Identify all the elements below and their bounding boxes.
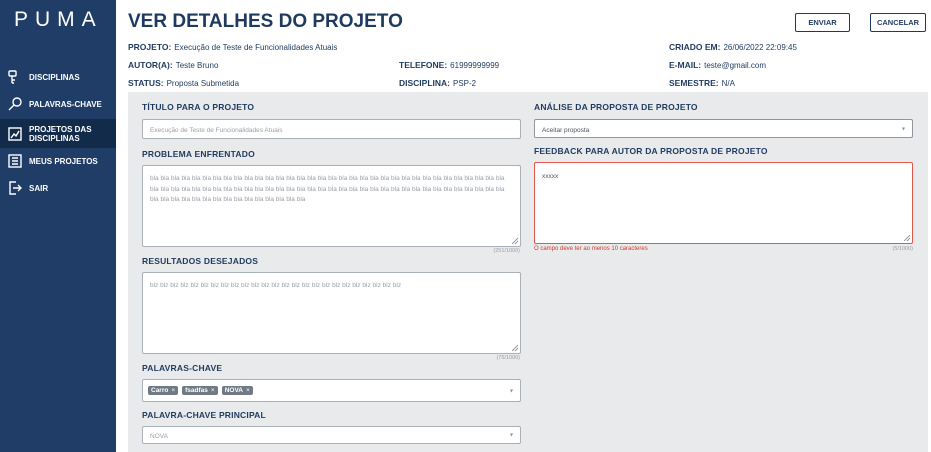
author-info: AUTOR(A): Teste Bruno [128, 60, 218, 70]
sidebar-item-label: PROJETOS DAS DISCIPLINAS [29, 124, 92, 143]
problem-label: PROBLEMA ENFRENTADO [142, 149, 255, 159]
results-counter: (75/1000) [496, 355, 520, 361]
sidebar-item-disciplinas[interactable]: DISCIPLINAS [0, 66, 116, 88]
main-keyword-label: PALAVRA-CHAVE PRINCIPAL [142, 410, 266, 420]
search-icon [6, 95, 24, 113]
discipline-value: PSP-2 [453, 79, 477, 88]
sidebar-item-label: SAIR [29, 183, 49, 193]
project-value: Execução de Teste de Funcionalidades Atu… [174, 43, 338, 52]
results-textarea[interactable]: blz blz blz blz blz blz blz blz blz blz … [142, 272, 521, 354]
feedback-label: FEEDBACK PARA AUTOR DA PROPOSTA DE PROJE… [534, 146, 768, 156]
form-panel: TÍTULO PARA O PROJETO Execução de Teste … [128, 92, 928, 452]
main-keyword-value: NOVA [150, 433, 168, 440]
resize-handle[interactable] [904, 235, 910, 241]
email-label: E-MAIL: [669, 60, 702, 70]
title-input-value: Execução de Teste de Funcionalidades Atu… [150, 127, 283, 134]
email-info: E-MAIL: teste@gmail.com [669, 60, 766, 70]
keyword-chip: Carro × [148, 386, 179, 395]
feedback-error-message: O campo deve ter ao menos 10 caracteres [534, 246, 648, 252]
phone-info: TELEFONE: 61999999999 [399, 60, 499, 70]
created-label: CRIADO EM: [669, 42, 721, 52]
remove-chip-icon[interactable]: × [211, 387, 215, 394]
sidebar: PUMA DISCIPLINAS PALAVRAS-CHAVE PROJETOS… [0, 0, 116, 452]
sidebar-item-label: PALAVRAS-CHAVE [29, 99, 102, 109]
keywords-label: PALAVRAS-CHAVE [142, 363, 223, 373]
sidebar-item-projetos-disciplinas[interactable]: PROJETOS DAS DISCIPLINAS [0, 119, 116, 148]
author-label: AUTOR(A): [128, 60, 173, 70]
projects-icon [6, 125, 24, 143]
problem-counter: (251/1000) [493, 248, 520, 254]
analysis-label: ANÁLISE DA PROPOSTA DE PROJETO [534, 102, 698, 112]
status-value: Proposta Submetida [166, 79, 240, 88]
discipline-info: DISCIPLINA: PSP-2 [399, 78, 476, 88]
chevron-down-icon[interactable]: ▾ [510, 387, 513, 394]
feedback-text: xxxxx [542, 173, 559, 180]
chevron-down-icon[interactable]: ▾ [902, 125, 905, 132]
sidebar-item-label: DISCIPLINAS [29, 72, 80, 82]
remove-chip-icon[interactable]: × [171, 387, 175, 394]
keyword-chip: fsadfas × [182, 386, 218, 395]
page-title: VER DETALHES DO PROJETO [128, 11, 403, 32]
title-label: TÍTULO PARA O PROJETO [142, 102, 255, 112]
sidebar-item-label: MEUS PROJETOS [29, 156, 98, 166]
cancel-button[interactable]: CANCELAR [870, 13, 926, 32]
keyword-chip: NOVA × [221, 386, 253, 395]
semester-label: SEMESTRE: [669, 78, 719, 88]
status-label: STATUS: [128, 78, 164, 88]
keyword-chip-label: fsadfas [185, 387, 208, 394]
project-info: PROJETO: Execução de Teste de Funcionalid… [128, 42, 337, 52]
send-button[interactable]: ENVIAR [795, 13, 850, 32]
logout-icon [6, 179, 24, 197]
phone-label: TELEFONE: [399, 60, 448, 70]
chevron-down-icon[interactable]: ▾ [510, 432, 513, 439]
main-keyword-select[interactable]: NOVA ▾ [142, 426, 521, 444]
key-icon [6, 68, 24, 86]
analysis-value: Aceitar proposta [542, 127, 590, 134]
resize-handle[interactable] [512, 345, 518, 351]
title-input[interactable]: Execução de Teste de Funcionalidades Atu… [142, 119, 521, 139]
list-icon [6, 152, 24, 170]
analysis-select[interactable]: Aceitar proposta ▾ [534, 119, 913, 138]
resize-handle[interactable] [512, 238, 518, 244]
created-value: 26/06/2022 22:09:45 [723, 43, 797, 52]
keywords-select[interactable]: Carro × fsadfas × NOVA × ▾ [142, 379, 521, 402]
app-logo: PUMA [14, 8, 103, 31]
feedback-textarea[interactable]: xxxxx [534, 162, 913, 244]
discipline-label: DISCIPLINA: [399, 78, 450, 88]
sidebar-item-meus-projetos[interactable]: MEUS PROJETOS [0, 150, 116, 172]
sidebar-item-palavras-chave[interactable]: PALAVRAS-CHAVE [0, 93, 116, 115]
sidebar-item-sair[interactable]: SAIR [0, 177, 116, 199]
problem-text: bla bla bla bla bla bla bla bla bla bla … [150, 175, 505, 203]
problem-textarea[interactable]: bla bla bla bla bla bla bla bla bla bla … [142, 165, 521, 247]
author-value: Teste Bruno [175, 61, 219, 70]
phone-value: 61999999999 [450, 61, 500, 70]
email-value: teste@gmail.com [704, 61, 767, 70]
project-label: PROJETO: [128, 42, 172, 52]
created-info: CRIADO EM: 26/06/2022 22:09:45 [669, 42, 797, 52]
keyword-chip-label: NOVA [224, 387, 244, 394]
remove-chip-icon[interactable]: × [246, 387, 250, 394]
status-info: STATUS: Proposta Submetida [128, 78, 239, 88]
results-label: RESULTADOS DESEJADOS [142, 256, 259, 266]
keyword-chip-label: Carro [151, 387, 169, 394]
semester-value: N/A [721, 79, 735, 88]
results-text: blz blz blz blz blz blz blz blz blz blz … [150, 282, 402, 289]
feedback-counter: (5/1000) [892, 246, 914, 252]
semester-info: SEMESTRE: N/A [669, 78, 735, 88]
